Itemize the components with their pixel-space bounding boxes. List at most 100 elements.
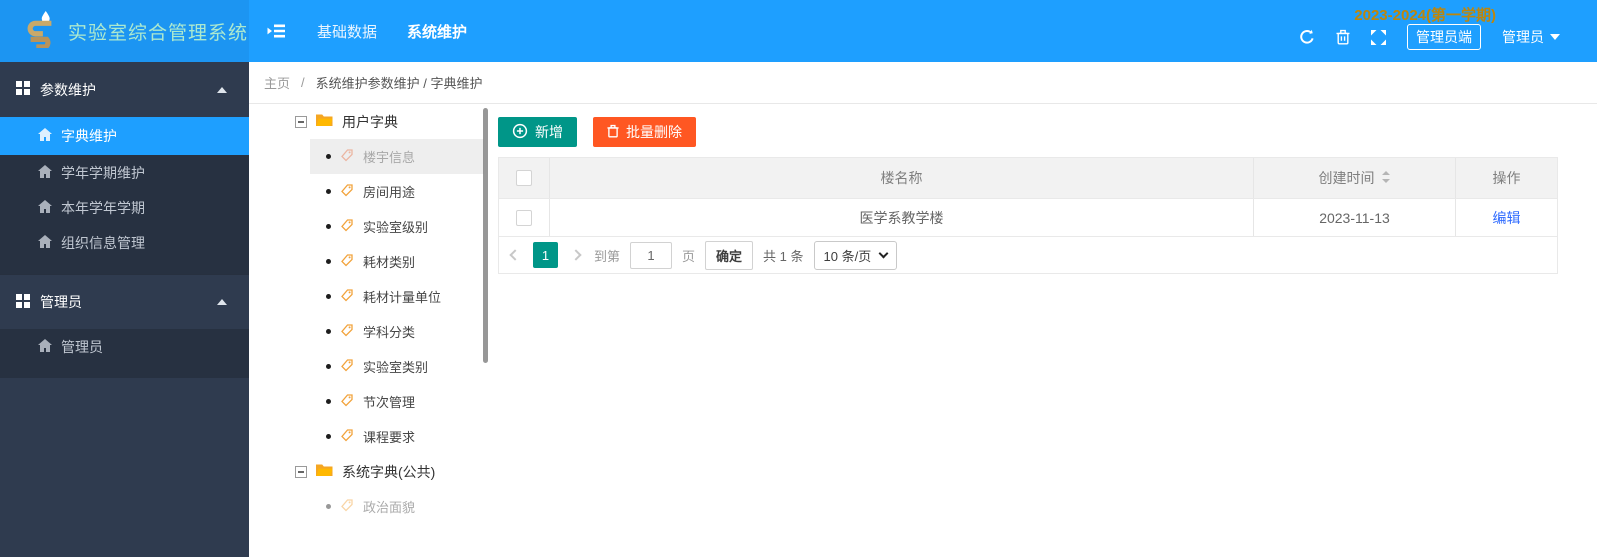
main-content: 新增 批量删除 楼名称 创建时间: [490, 104, 1597, 557]
goto-page-input[interactable]: [630, 242, 672, 269]
next-page-icon[interactable]: [568, 251, 584, 259]
table-header-row: 楼名称 创建时间 操作: [499, 158, 1557, 198]
cell-building-name: 医学系教学楼: [549, 199, 1253, 236]
total-count-label: 共 1 条: [763, 246, 803, 265]
sidebar-item-org-info[interactable]: 组织信息管理: [0, 225, 249, 260]
batch-delete-button-label: 批量删除: [626, 122, 682, 142]
semester-label: 2023-2024(第一学期): [1354, 4, 1496, 25]
tree-item-lab-level[interactable]: 实验室级别: [310, 209, 484, 244]
home-icon: [38, 165, 52, 181]
home-icon: [38, 235, 52, 251]
tree-group-system-dict[interactable]: 系统字典(公共): [295, 454, 490, 489]
chevron-up-icon: [217, 299, 227, 305]
tree-item-session-management[interactable]: 节次管理: [310, 384, 484, 419]
tree-scrollbar[interactable]: [483, 108, 488, 363]
role-badge[interactable]: 管理员端: [1407, 24, 1481, 50]
sidebar-section-params-header[interactable]: 参数维护: [0, 62, 249, 117]
collapse-sidebar-icon[interactable]: [267, 23, 286, 39]
table-toolbar: 新增 批量删除: [498, 117, 696, 147]
tag-icon: [341, 184, 353, 200]
top-header: 实验室综合管理系统 基础数据 系统维护 2023-2024(第一学期): [0, 0, 1597, 62]
app-logo: 实验室综合管理系统: [0, 0, 249, 62]
column-label: 操作: [1493, 168, 1521, 188]
column-header-created-time[interactable]: 创建时间: [1253, 158, 1455, 198]
tab-system-maintenance[interactable]: 系统维护: [392, 21, 482, 42]
sort-icon[interactable]: [1381, 170, 1391, 187]
column-label: 创建时间: [1319, 168, 1375, 188]
tree-item-room-usage[interactable]: 房间用途: [310, 174, 484, 209]
tree-item-course-requirement[interactable]: 课程要求: [310, 419, 484, 454]
user-menu[interactable]: 管理员: [1502, 27, 1560, 47]
tree-item-label: 房间用途: [363, 182, 415, 201]
dictionary-tree-panel: 用户字典 楼宇信息 房间用途 实验室级别: [249, 104, 490, 557]
tag-icon: [341, 289, 353, 305]
logo-icon: [24, 10, 58, 53]
bullet-icon: [326, 259, 331, 264]
tree-item-label: 耗材类别: [363, 252, 415, 271]
column-header-action: 操作: [1455, 158, 1557, 198]
tree-item-political-status[interactable]: 政治面貌: [310, 489, 484, 524]
current-page-button[interactable]: 1: [533, 242, 558, 268]
column-header-building-name[interactable]: 楼名称: [549, 158, 1253, 198]
sidebar-section-label: 管理员: [40, 292, 82, 312]
tag-icon: [341, 149, 353, 165]
tag-icon: [341, 324, 353, 340]
bullet-icon: [326, 224, 331, 229]
prev-page-icon[interactable]: [507, 251, 523, 259]
tree-item-label: 耗材计量单位: [363, 287, 441, 306]
tree-item-subject-category[interactable]: 学科分类: [310, 314, 484, 349]
add-button[interactable]: 新增: [498, 117, 577, 147]
add-button-label: 新增: [535, 122, 563, 142]
breadcrumb-home[interactable]: 主页: [264, 73, 290, 92]
trash-icon: [607, 124, 619, 141]
clear-cache-trash-icon[interactable]: [1336, 29, 1350, 45]
sidebar-item-current-year-term[interactable]: 本年学年学期: [0, 190, 249, 225]
tree-item-label: 政治面貌: [363, 497, 415, 516]
tree-item-lab-category[interactable]: 实验室类别: [310, 349, 484, 384]
tree-item-consumable-category[interactable]: 耗材类别: [310, 244, 484, 279]
refresh-icon[interactable]: [1299, 29, 1315, 45]
bullet-icon: [326, 434, 331, 439]
tree-item-label: 实验室级别: [363, 217, 428, 236]
confirm-page-button[interactable]: 确定: [705, 241, 753, 270]
grid-icon: [16, 81, 30, 98]
home-icon: [38, 128, 52, 144]
goto-label: 到第: [594, 246, 620, 265]
row-checkbox[interactable]: [516, 210, 532, 226]
tag-icon: [341, 394, 353, 410]
cell-created-time: 2023-11-13: [1253, 199, 1455, 236]
user-name: 管理员: [1502, 27, 1544, 47]
tree-item-label: 实验室类别: [363, 357, 428, 376]
bullet-icon: [326, 189, 331, 194]
tree-item-consumable-unit[interactable]: 耗材计量单位: [310, 279, 484, 314]
sidebar-item-dict-maintenance[interactable]: 字典维护: [0, 117, 249, 155]
edit-link[interactable]: 编辑: [1493, 208, 1521, 228]
sidebar-item-admin[interactable]: 管理员: [0, 329, 249, 364]
column-label: 楼名称: [881, 168, 923, 188]
breadcrumb: 主页 / 系统维护参数维护 / 字典维护: [249, 62, 1597, 104]
fullscreen-icon[interactable]: [1371, 30, 1386, 45]
bullet-icon: [326, 154, 331, 159]
page-unit-label: 页: [682, 246, 695, 265]
collapse-minus-icon[interactable]: [295, 466, 307, 478]
breadcrumb-current: 系统维护参数维护 / 字典维护: [316, 73, 483, 92]
select-all-checkbox[interactable]: [516, 170, 532, 186]
tree-group-label: 用户字典: [342, 112, 398, 132]
tree-item-building-info[interactable]: 楼宇信息: [310, 139, 484, 174]
sidebar-section-admin-header[interactable]: 管理员: [0, 274, 249, 329]
bullet-icon: [326, 364, 331, 369]
tree-group-user-dict[interactable]: 用户字典: [295, 104, 490, 139]
collapse-minus-icon[interactable]: [295, 116, 307, 128]
page-size-select[interactable]: 10 条/页: [814, 241, 898, 270]
page-size-value: 10 条/页: [824, 246, 872, 265]
sidebar-section-label: 参数维护: [40, 80, 96, 100]
buildings-table: 楼名称 创建时间 操作 医学系教学楼 2023-11-13 编辑: [498, 157, 1558, 274]
chevron-down-icon: [879, 248, 889, 258]
batch-delete-button[interactable]: 批量删除: [593, 117, 696, 147]
tab-basic-data[interactable]: 基础数据: [302, 21, 392, 42]
grid-icon: [16, 294, 30, 311]
sidebar-item-school-year-term[interactable]: 学年学期维护: [0, 155, 249, 190]
tag-icon: [341, 254, 353, 270]
folder-icon: [316, 463, 333, 480]
bullet-icon: [326, 329, 331, 334]
